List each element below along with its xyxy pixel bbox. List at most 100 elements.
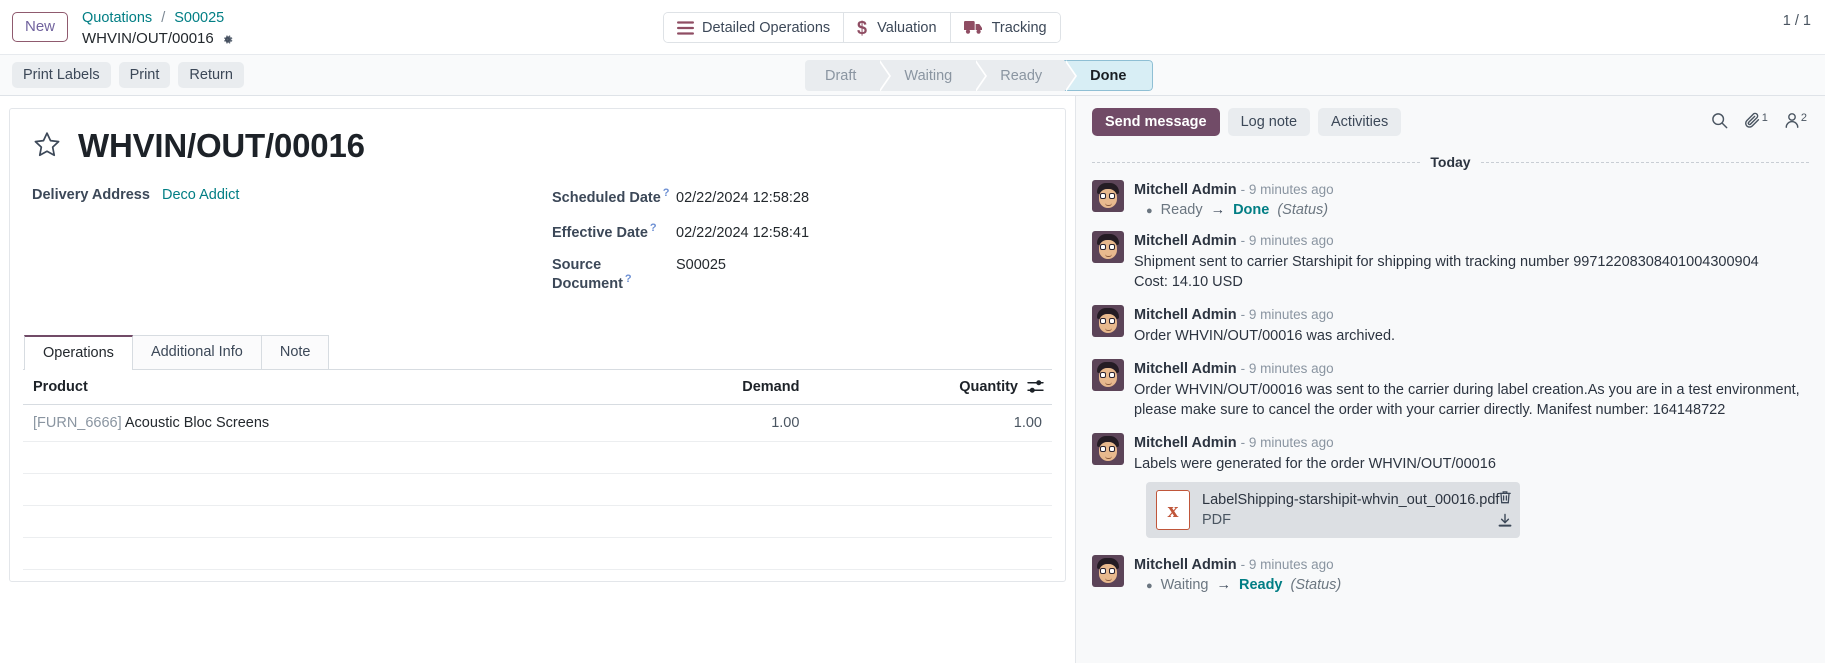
field-scheduled-date: Scheduled Date? 02/22/2024 12:58:28 xyxy=(552,187,1043,206)
column-header-quantity[interactable]: Quantity xyxy=(809,370,1052,405)
avatar[interactable] xyxy=(1092,433,1124,465)
breadcrumb-parent[interactable]: Quotations xyxy=(82,10,152,26)
message-timestamp: - 9 minutes ago xyxy=(1241,307,1334,322)
tab-note[interactable]: Note xyxy=(261,335,330,369)
gear-icon[interactable] xyxy=(221,33,234,46)
message-author[interactable]: Mitchell Admin xyxy=(1134,182,1237,198)
delete-icon[interactable] xyxy=(1498,490,1512,505)
date-separator-label: Today xyxy=(1430,154,1470,170)
stat-button-label: Valuation xyxy=(877,20,936,36)
table-row[interactable]: [FURN_6666] Acoustic Bloc Screens 1.00 1… xyxy=(23,405,1052,442)
send-message-button[interactable]: Send message xyxy=(1092,108,1220,136)
field-value[interactable]: 02/22/2024 12:58:41 xyxy=(676,225,809,241)
new-button[interactable]: New xyxy=(12,12,68,42)
attachment-name[interactable]: LabelShipping-starshipit-whvin_out_00016… xyxy=(1202,490,1499,510)
field-delivery-address: Delivery Address Deco Addict xyxy=(32,187,552,203)
breadcrumb-record[interactable]: S00025 xyxy=(174,10,224,26)
message-author[interactable]: Mitchell Admin xyxy=(1134,361,1237,377)
attachment-card[interactable]: x LabelShipping-starshipit-whvin_out_000… xyxy=(1146,482,1520,538)
message-timestamp: - 9 minutes ago xyxy=(1241,361,1334,376)
search-icon[interactable] xyxy=(1711,112,1728,129)
field-value[interactable]: 02/22/2024 12:58:28 xyxy=(676,190,809,206)
pager[interactable]: 1 / 1 xyxy=(1783,13,1811,29)
cell-product[interactable]: [FURN_6666] Acoustic Bloc Screens xyxy=(23,405,627,442)
stage-waiting[interactable]: Waiting xyxy=(878,60,974,91)
stage-ready[interactable]: Ready xyxy=(974,60,1064,91)
field-effective-date: Effective Date? 02/22/2024 12:58:41 xyxy=(552,222,1043,241)
tracking-new-value: Ready xyxy=(1239,577,1283,593)
followers-count: 2 xyxy=(1801,112,1807,129)
activities-button[interactable]: Activities xyxy=(1318,108,1401,136)
field-groups: Delivery Address Deco Addict Scheduled D… xyxy=(32,187,1043,307)
operations-table: Product Demand Quantity xyxy=(23,370,1052,570)
stage-done[interactable]: Done xyxy=(1064,60,1153,91)
print-labels-button[interactable]: Print Labels xyxy=(12,62,111,88)
help-icon[interactable]: ? xyxy=(625,273,632,285)
sliders-icon[interactable] xyxy=(1027,380,1044,397)
message-author[interactable]: Mitchell Admin xyxy=(1134,307,1237,323)
list-icon xyxy=(677,21,694,35)
stat-button-detailed-operations[interactable]: Detailed Operations xyxy=(664,13,844,42)
table-row-empty[interactable] xyxy=(23,506,1052,538)
help-icon[interactable]: ? xyxy=(650,222,657,234)
tab-operations[interactable]: Operations xyxy=(24,335,133,370)
message-author[interactable]: Mitchell Admin xyxy=(1134,557,1237,573)
odoo-form-view: New Quotations / S00025 WHVIN/OUT/00016 … xyxy=(0,0,1825,663)
table-row-empty[interactable] xyxy=(23,474,1052,506)
pdf-file-icon: x xyxy=(1156,490,1190,530)
column-header-demand[interactable]: Demand xyxy=(627,370,809,405)
field-source-document: Source Document? S00025 xyxy=(552,257,1043,292)
field-group-left: Delivery Address Deco Addict xyxy=(32,187,552,307)
return-button[interactable]: Return xyxy=(178,62,244,88)
avatar[interactable] xyxy=(1092,180,1124,212)
breadcrumb-separator: / xyxy=(161,10,165,26)
tab-additional-info[interactable]: Additional Info xyxy=(132,335,262,369)
message-author[interactable]: Mitchell Admin xyxy=(1134,435,1237,451)
message-item: Mitchell Admin - 9 minutes ago Order WHV… xyxy=(1092,359,1809,420)
table-row-empty[interactable] xyxy=(23,442,1052,474)
avatar[interactable] xyxy=(1092,555,1124,587)
cell-quantity[interactable]: 1.00 xyxy=(809,405,1052,442)
date-separator: Today xyxy=(1092,154,1809,170)
attachment-kind: PDF xyxy=(1202,510,1499,530)
form-sheet: WHVIN/OUT/00016 Delivery Address Deco Ad… xyxy=(9,108,1066,582)
help-icon[interactable]: ? xyxy=(663,187,670,199)
message-body: Order WHVIN/OUT/00016 was sent to the ca… xyxy=(1134,380,1809,420)
stage-draft[interactable]: Draft xyxy=(805,60,878,91)
arrow-icon: → xyxy=(1211,202,1226,218)
download-icon[interactable] xyxy=(1498,513,1512,528)
log-note-button[interactable]: Log note xyxy=(1228,108,1310,136)
message-timestamp: - 9 minutes ago xyxy=(1241,182,1334,197)
product-name: Acoustic Bloc Screens xyxy=(125,415,269,431)
separator-line-left xyxy=(1092,162,1420,163)
message-author[interactable]: Mitchell Admin xyxy=(1134,233,1237,249)
stat-button-valuation[interactable]: $ Valuation xyxy=(844,13,950,42)
print-button[interactable]: Print xyxy=(119,62,171,88)
message-timestamp: - 9 minutes ago xyxy=(1241,233,1334,248)
truck-icon xyxy=(964,20,984,35)
table-row-empty[interactable] xyxy=(23,538,1052,570)
field-label: Source Document? xyxy=(552,257,676,292)
message-item: Mitchell Admin - 9 minutes ago Shipment … xyxy=(1092,231,1809,292)
tracking-old-value: Waiting xyxy=(1161,577,1209,593)
avatar[interactable] xyxy=(1092,305,1124,337)
notebook: Operations Additional Info Note Product … xyxy=(23,335,1052,570)
column-header-product[interactable]: Product xyxy=(23,370,627,405)
avatar[interactable] xyxy=(1092,359,1124,391)
chatter-toolbar: Send message Log note Activities 1 2 xyxy=(1092,96,1809,146)
breadcrumb: Quotations / S00025 WHVIN/OUT/00016 xyxy=(82,9,234,48)
followers-icon[interactable]: 2 xyxy=(1784,112,1807,129)
message-body: Order WHVIN/OUT/00016 was archived. xyxy=(1134,326,1809,346)
field-value[interactable]: S00025 xyxy=(676,257,726,273)
dollar-icon: $ xyxy=(857,19,869,37)
favorite-star-icon[interactable] xyxy=(32,130,62,163)
field-value[interactable]: Deco Addict xyxy=(162,187,239,203)
avatar[interactable] xyxy=(1092,231,1124,263)
chatter-panel: Send message Log note Activities 1 2 xyxy=(1075,96,1825,663)
field-label: Effective Date? xyxy=(552,222,676,241)
cell-demand[interactable]: 1.00 xyxy=(627,405,809,442)
message-timestamp: - 9 minutes ago xyxy=(1241,557,1334,572)
field-group-right: Scheduled Date? 02/22/2024 12:58:28 Effe… xyxy=(552,187,1043,307)
stat-button-tracking[interactable]: Tracking xyxy=(951,13,1060,42)
paperclip-icon[interactable]: 1 xyxy=(1744,112,1768,129)
